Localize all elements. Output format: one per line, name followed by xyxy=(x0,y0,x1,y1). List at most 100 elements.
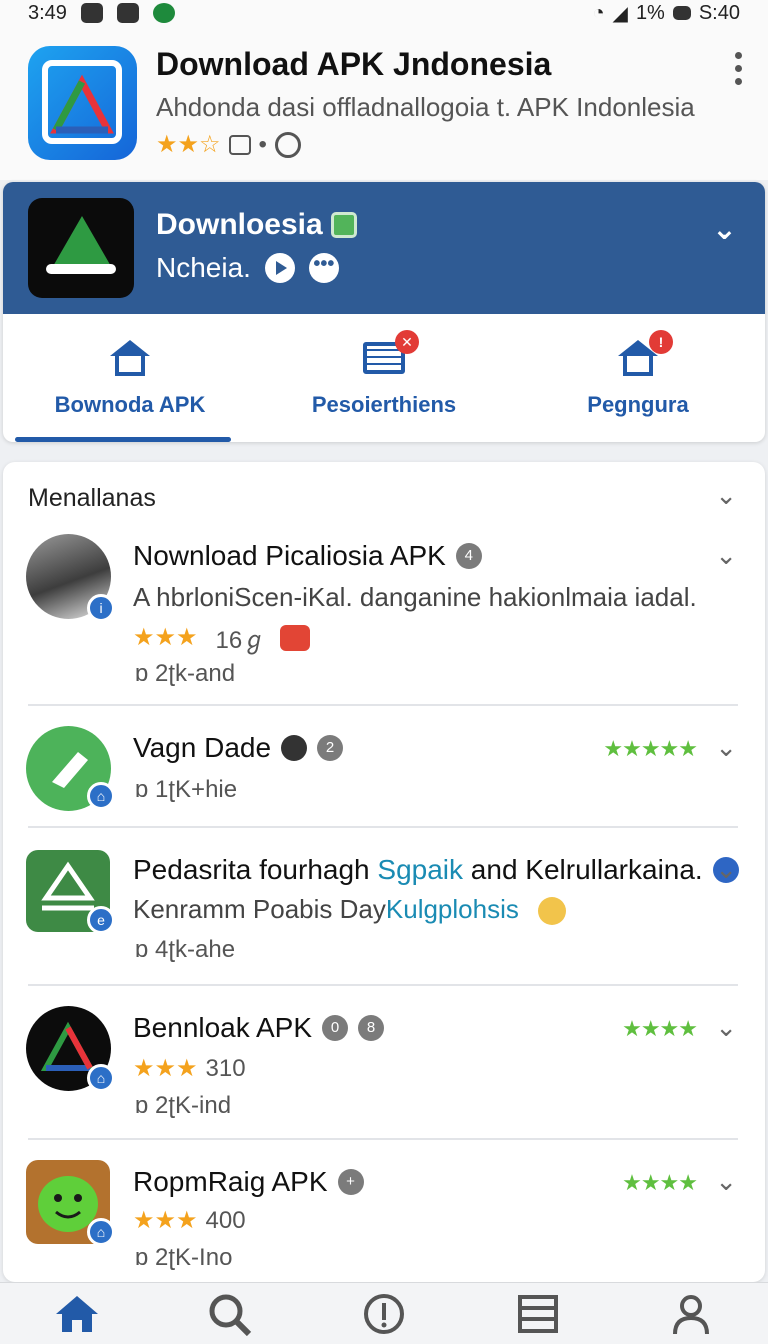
tab-label: Pesoierthiens xyxy=(311,392,457,417)
tab-second[interactable]: ✕ Pesoierthiens xyxy=(257,314,511,442)
download-icon: ɒ xyxy=(135,1092,149,1119)
rating-stars: ★★★★ xyxy=(622,1016,698,1041)
featured-card: Downloesia Ncheia. ••• ⌄ Bownoda APK ✕ P… xyxy=(3,182,765,442)
wifi-icon: ◔ xyxy=(592,1,605,24)
status-clock-right: S:40 xyxy=(698,1,740,24)
divider xyxy=(28,1138,738,1140)
download-count: ɒ 2ʈK-Ino xyxy=(135,1244,233,1271)
divider xyxy=(28,704,738,706)
info-badge-icon: i xyxy=(87,594,115,622)
item-description: Kenramm Poabis DayKulgplohsis xyxy=(133,894,567,926)
list-header-chevron-icon[interactable]: ⌄ xyxy=(715,480,737,511)
tab-bar: Bownoda APK ✕ Pesoierthiens ! Pegngura xyxy=(3,314,765,442)
tab-label: Bownoda APK xyxy=(54,392,206,417)
list-item[interactable]: i Nownload Picaliosia APK 4 ⌄ A hbrloniS… xyxy=(3,534,765,704)
version-badge: 0 xyxy=(322,1015,349,1041)
list-item[interactable]: ⌂ RopmRaig APK + ★★★★ ⌄ ★★★ 400 ɒ 2ʈK-In… xyxy=(3,1160,765,1280)
home-icon xyxy=(107,338,153,378)
item-rating: ★★★ 400 xyxy=(133,1206,246,1235)
item-rating: ★★★ 16ℊ xyxy=(133,620,311,655)
home-icon[interactable] xyxy=(52,1291,102,1337)
download-icon: ɒ xyxy=(135,1244,149,1271)
item-title: Nownload Picaliosia APK 4 xyxy=(133,540,482,572)
app-logo-triangle-icon xyxy=(50,74,114,134)
download-count: ɒ 1ʈK+hie xyxy=(135,776,238,803)
home-badge-icon: ⌂ xyxy=(87,1218,115,1246)
download-icon: ɒ xyxy=(135,776,149,803)
profile-icon[interactable] xyxy=(666,1291,716,1337)
edge-badge-icon: e xyxy=(87,906,115,934)
featured-subtitle: Ncheia. ••• xyxy=(156,252,339,284)
download-icon: ɒ xyxy=(135,660,149,687)
version-badge: 4 xyxy=(455,543,482,569)
verified-badge-icon xyxy=(330,212,357,238)
signal-icon: ◢ xyxy=(612,2,628,25)
list-item[interactable]: e Pedasrita fourhagh Sgpaik and Kelrulla… xyxy=(3,848,765,984)
smiley-icon xyxy=(538,897,567,926)
battery-percent: 1% xyxy=(635,1,665,24)
play-icon[interactable] xyxy=(264,253,295,283)
rating-stars: ★★★ xyxy=(133,1207,198,1234)
list-item[interactable]: ⌂ Vagn Dade 2 ★★★★★ ⌄ ɒ 1ʈK+hie xyxy=(3,726,765,826)
item-title: Bennloak APK 0 8 xyxy=(133,1012,385,1044)
meta-separator: • xyxy=(258,130,267,158)
home-badge-icon: ⌂ xyxy=(87,1064,115,1092)
notification-icon xyxy=(80,3,103,23)
expand-chevron-icon[interactable]: ⌄ xyxy=(715,1166,737,1197)
award-icon xyxy=(280,624,311,651)
expand-chevron-icon[interactable]: ⌄ xyxy=(715,540,737,571)
divider xyxy=(28,984,738,986)
tab-label: Pegngura xyxy=(587,392,689,417)
expand-chevron-icon[interactable]: ⌄ xyxy=(715,1012,737,1043)
app-subtitle: Ahdonda dasi offladnallogoia t. APK Indo… xyxy=(156,92,695,122)
message-icon xyxy=(116,3,139,23)
tab-third[interactable]: ! Pegngura xyxy=(511,314,765,442)
app-title: Download APK Jndonesia xyxy=(156,46,552,82)
expand-chevron-icon[interactable]: ⌄ xyxy=(715,854,737,885)
item-description: A hbrloniScen-iKal. danganine hakionlmai… xyxy=(133,582,697,612)
app-logo xyxy=(28,46,137,160)
version-badge: 2 xyxy=(317,735,344,761)
rating-count: 310 xyxy=(205,1054,246,1082)
featured-banner[interactable]: Downloesia Ncheia. ••• ⌄ xyxy=(3,182,765,314)
house-alert-icon: ! xyxy=(615,330,673,378)
rating-count: 400 xyxy=(205,1206,246,1234)
alert-badge: ! xyxy=(649,330,673,354)
collapse-chevron-icon[interactable]: ⌄ xyxy=(712,212,737,247)
item-title: Vagn Dade 2 xyxy=(133,732,344,764)
search-icon[interactable] xyxy=(205,1291,255,1337)
active-tab-indicator xyxy=(15,437,231,442)
rating-stars: ★★★★★ xyxy=(603,736,698,761)
item-title: RopmRaig APK + xyxy=(133,1166,364,1198)
list-icon[interactable] xyxy=(513,1291,563,1337)
phone-icon xyxy=(152,3,175,23)
app-header: Download APK Jndonesia Ahdonda dasi offl… xyxy=(0,26,768,180)
comment-icon xyxy=(228,134,251,155)
item-title: Pedasrita fourhagh Sgpaik and Kelrullark… xyxy=(133,854,739,886)
app-rating-stars: ★★☆ xyxy=(156,131,221,158)
tab-download-apk[interactable]: Bownoda APK xyxy=(3,314,257,442)
status-bar: 3:49 ◔ ◢ 1% S:40 xyxy=(0,0,768,26)
list-item[interactable]: ⌂ Bennloak APK 0 8 ★★★★ ⌄ ★★★ 310 ɒ 2ʈK-… xyxy=(3,1006,765,1138)
rating-stars: ★★★ xyxy=(133,624,198,651)
more-options-icon[interactable] xyxy=(735,52,742,85)
add-badge: + xyxy=(337,1169,364,1195)
battery-icon xyxy=(672,6,691,20)
expand-chevron-icon[interactable]: ⌄ xyxy=(715,732,737,763)
version-badge-secondary: 8 xyxy=(358,1015,385,1041)
app-meta: ★★☆ • xyxy=(156,130,301,159)
app-list-card: Menallanas ⌄ i Nownload Picaliosia APK 4… xyxy=(3,462,765,1282)
item-rating: ★★★ 310 xyxy=(133,1054,246,1083)
globe-icon xyxy=(274,131,301,158)
home-badge-icon: ⌂ xyxy=(87,782,115,810)
divider xyxy=(28,826,738,828)
more-horizontal-icon[interactable]: ••• xyxy=(308,253,339,283)
download-count: ɒ 2ʈk-and xyxy=(135,660,236,687)
list-header: Menallanas xyxy=(28,484,156,512)
bottom-navigation xyxy=(0,1282,768,1344)
download-count: ɒ 4ʈk-ahe xyxy=(135,936,236,963)
rating-stars: ★★★★ xyxy=(622,1170,698,1195)
info-icon[interactable] xyxy=(359,1291,409,1337)
download-icon: ɒ xyxy=(135,936,149,963)
rating-stars: ★★★ xyxy=(133,1055,198,1082)
